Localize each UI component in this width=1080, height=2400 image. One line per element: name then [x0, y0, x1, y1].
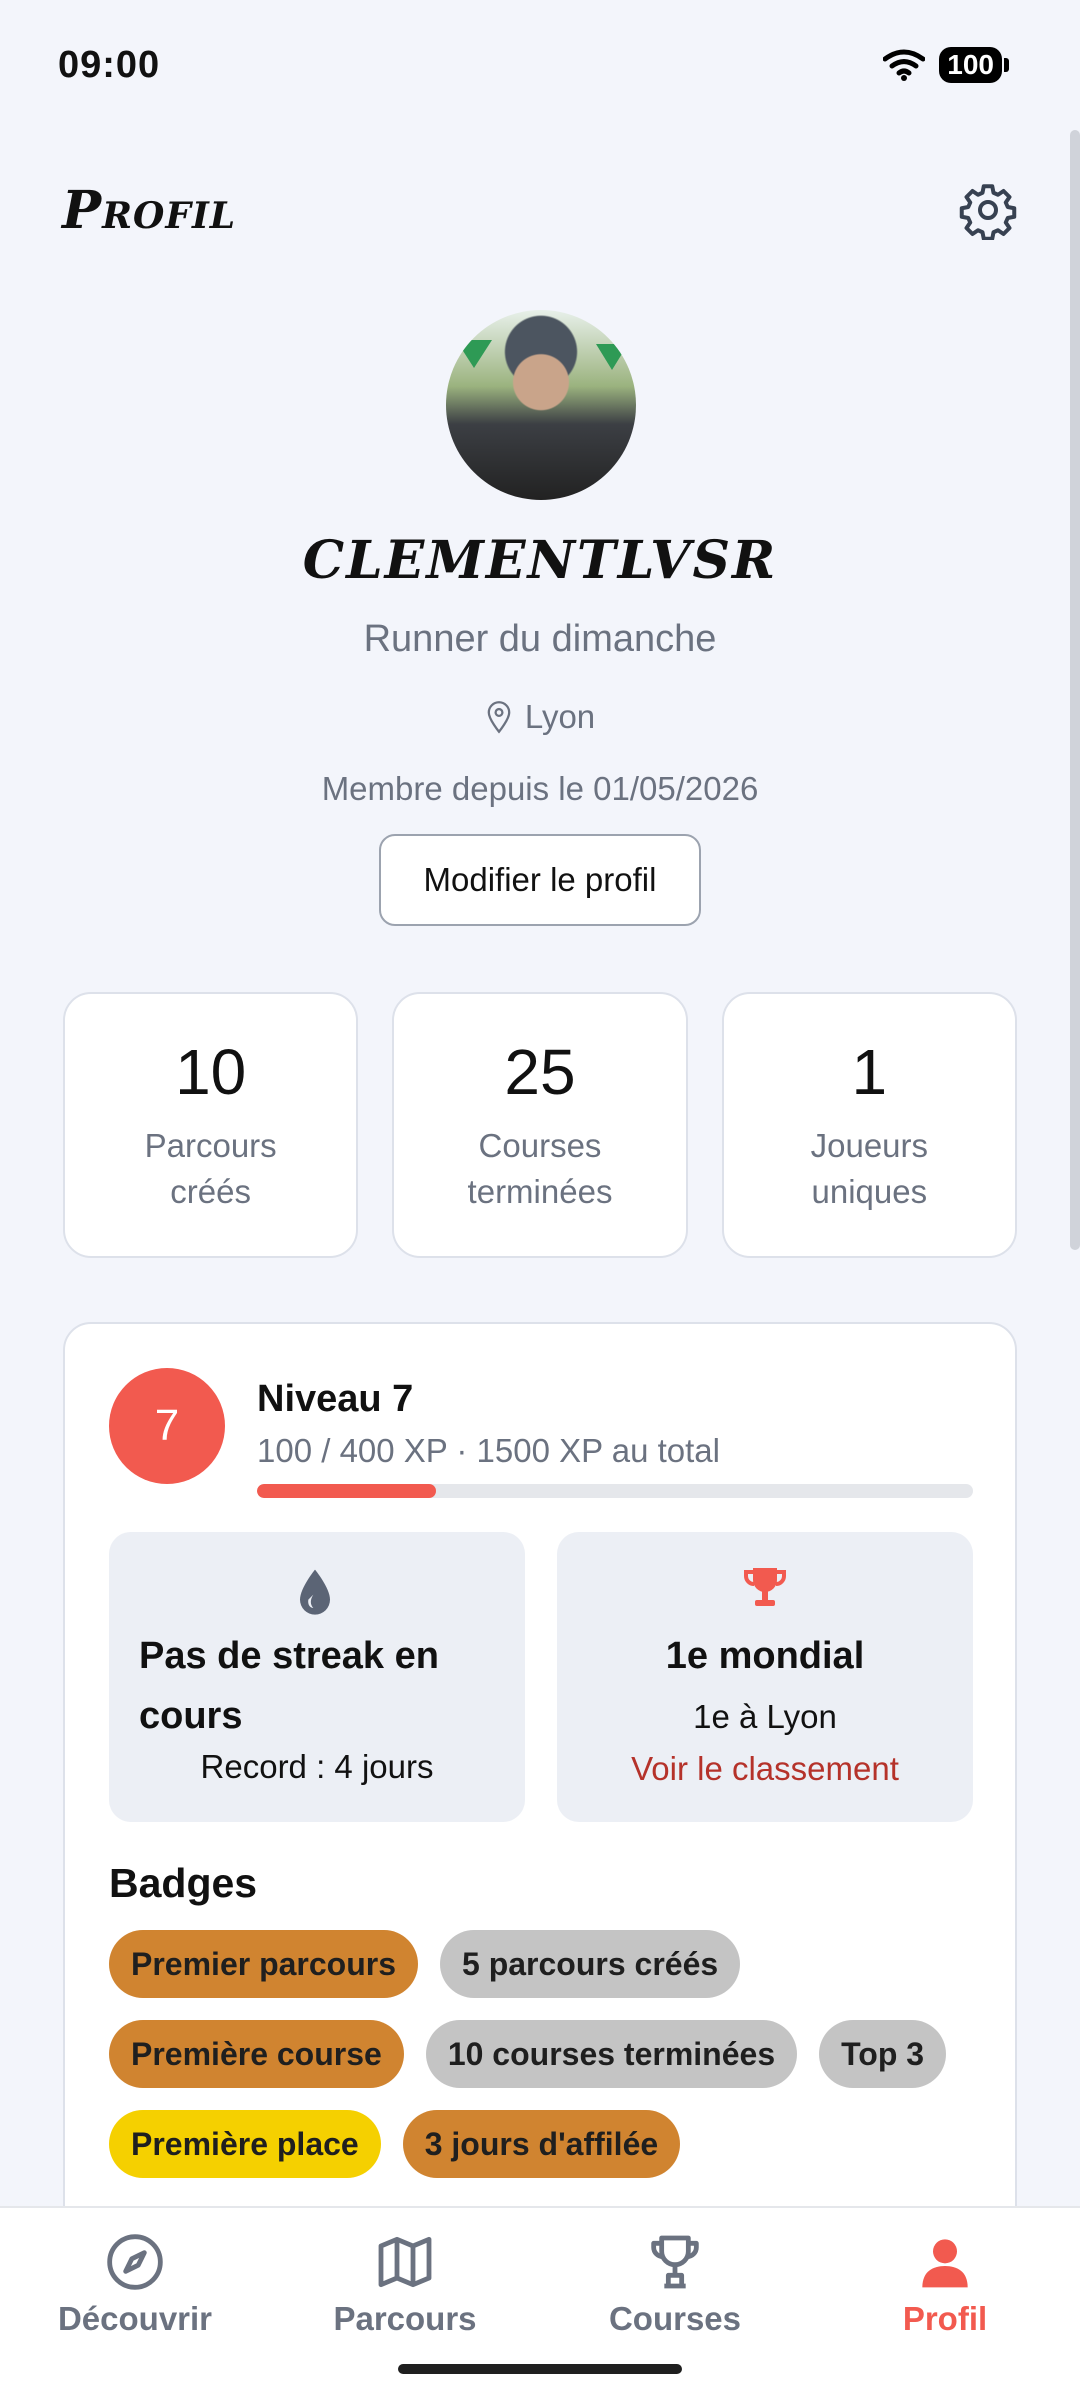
trophy-icon: [651, 2235, 699, 2289]
stat-card-courses: 25 Courses terminées: [392, 992, 688, 1258]
compass-icon: [107, 2234, 163, 2290]
badge[interactable]: 5 parcours créés: [440, 1930, 741, 1998]
badges-list: Premier parcours 5 parcours créés Premiè…: [109, 1930, 989, 2178]
member-since: Membre depuis le 01/05/2026: [321, 770, 759, 807]
stat-value: 25: [504, 1036, 576, 1108]
profile-location: Lyon: [0, 698, 1080, 736]
rank-city: 1e à Lyon: [693, 1698, 837, 1735]
nav-label: Courses: [608, 2300, 742, 2337]
stat-label: Joueurs uniques: [810, 1127, 929, 1210]
nav-label: Profil: [902, 2300, 988, 2337]
status-time: 09:00: [58, 43, 161, 86]
stat-card-parcours: 10 Parcours créés: [63, 992, 359, 1258]
stats-row: 10 Parcours créés 25 Courses terminées 1…: [63, 992, 1017, 1258]
status-bar: 09:00 100: [0, 0, 1080, 130]
location-pin-icon: [487, 701, 511, 734]
level-badge: 7: [109, 1368, 225, 1484]
xp-progress-bar: [257, 1484, 973, 1498]
avatar[interactable]: [446, 310, 636, 500]
badge[interactable]: Top 3: [819, 2020, 947, 2088]
scrollbar[interactable]: [1070, 130, 1080, 1250]
status-icons: 100: [883, 47, 1009, 83]
home-indicator[interactable]: [398, 2364, 682, 2374]
level-title: Niveau 7: [257, 1378, 414, 1420]
level-xp: 100 / 400 XP · 1500 XP au total: [257, 1432, 720, 1469]
stat-label: Courses terminées: [467, 1127, 613, 1210]
level-card: 7 Niveau 7 100 / 400 XP · 1500 XP au tot…: [63, 1322, 1017, 2322]
nav-label: Découvrir: [57, 2300, 213, 2337]
map-icon: [378, 2236, 432, 2288]
badge[interactable]: 10 courses terminées: [425, 2020, 798, 2088]
username: CLEMENTLVSR: [302, 530, 778, 591]
streak-box: Pas de streak en cours Record : 4 jours: [109, 1532, 525, 1822]
stat-label: Parcours créés: [144, 1127, 277, 1210]
streak-title: Pas de streak en cours: [139, 1635, 439, 1737]
battery-indicator: 100: [939, 47, 1009, 83]
badge[interactable]: Première course: [109, 2020, 404, 2088]
stat-value: 10: [175, 1036, 247, 1108]
badge[interactable]: Premier parcours: [109, 1930, 419, 1998]
nav-item-decouvrir[interactable]: Découvrir: [0, 2208, 270, 2400]
streak-record: Record : 4 jours: [200, 1748, 434, 1785]
page-title: Profil: [62, 179, 237, 241]
badges-title: Badges: [109, 1860, 258, 1906]
location-label: Lyon: [524, 698, 596, 735]
wifi-icon: [883, 49, 926, 81]
badge[interactable]: 3 jours d'affilée: [402, 2110, 681, 2178]
page-header: Profil: [62, 170, 1018, 250]
xp-progress-fill: [257, 1484, 436, 1498]
edit-profile-button[interactable]: Modifier le profil: [379, 834, 701, 926]
badge[interactable]: Première place: [109, 2110, 381, 2178]
view-leaderboard-link[interactable]: Voir le classement: [557, 1750, 973, 1788]
ranking-box[interactable]: 1e mondial 1e à Lyon Voir le classement: [557, 1532, 973, 1822]
nav-item-profil[interactable]: Profil: [810, 2208, 1080, 2400]
flame-icon: [300, 1569, 330, 1615]
stat-value: 1: [851, 1036, 888, 1108]
rank-title: 1e mondial: [665, 1635, 865, 1677]
gear-icon[interactable]: [958, 180, 1018, 240]
person-icon: [922, 2239, 968, 2288]
nav-label: Parcours: [333, 2300, 477, 2337]
stat-card-joueurs: 1 Joueurs uniques: [721, 992, 1017, 1258]
trophy-icon: [744, 1568, 786, 1606]
profile-bio: Runner du dimanche: [363, 618, 717, 660]
